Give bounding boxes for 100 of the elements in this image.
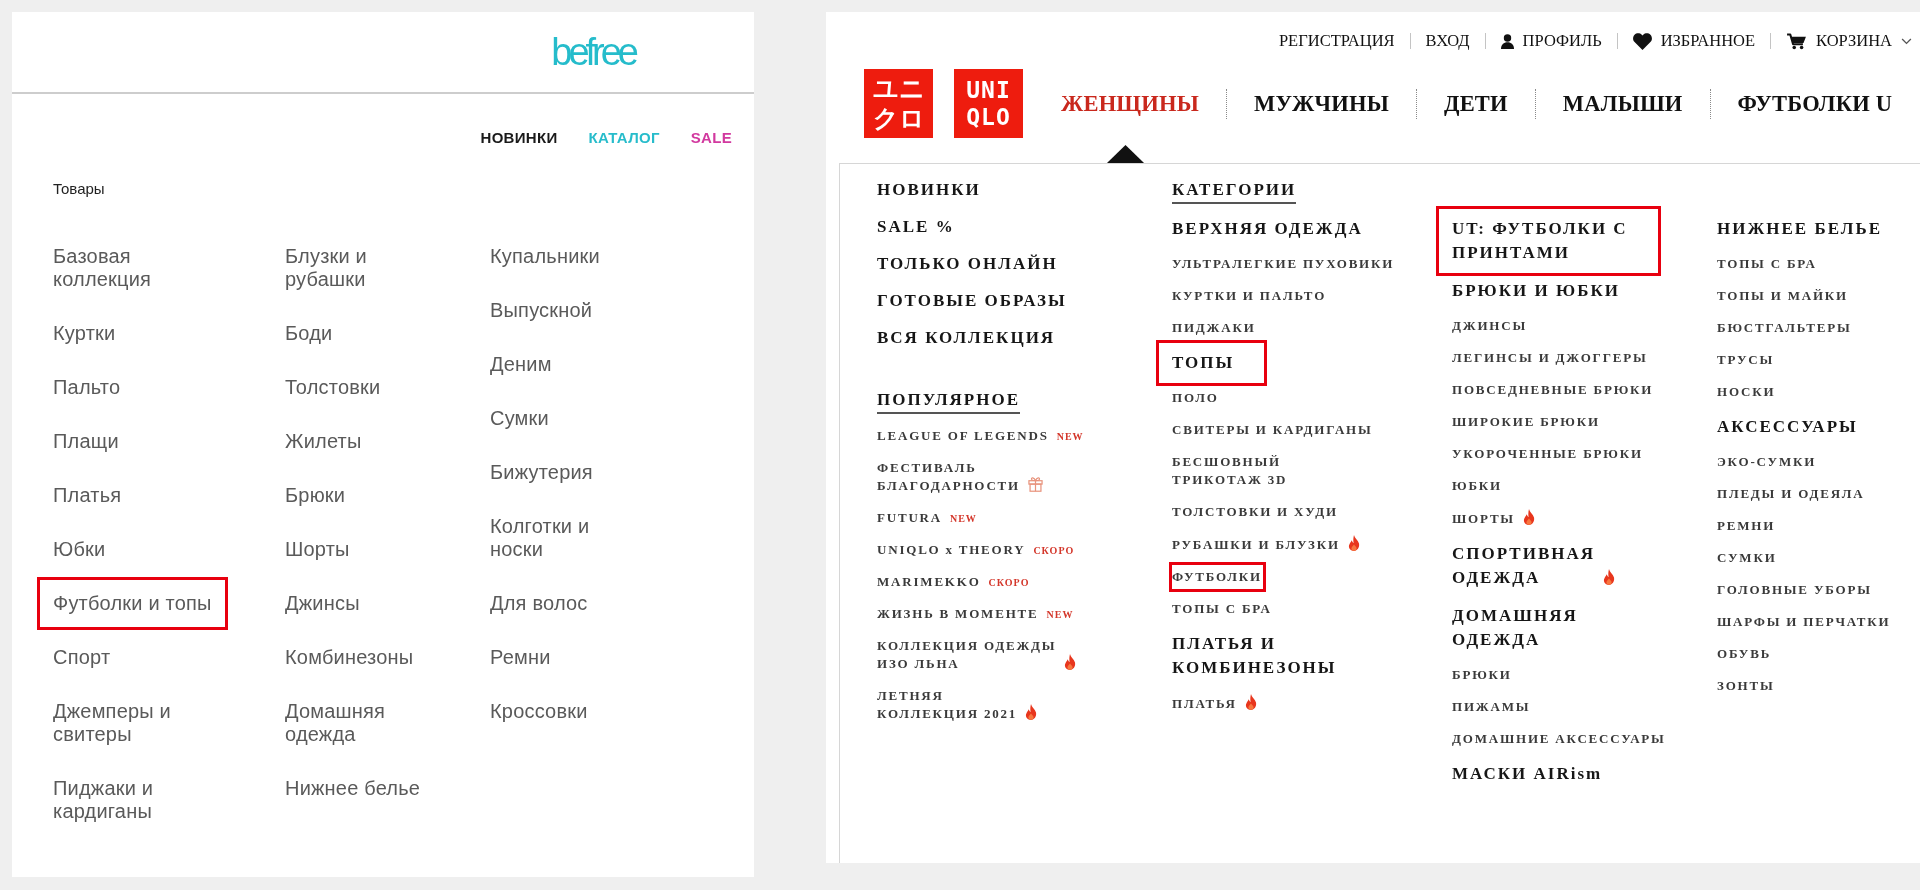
category-heading[interactable]: ДОМАШНЯЯ ОДЕЖДА xyxy=(1452,604,1578,652)
category-link[interactable]: ШАРФЫ И ПЕРЧАТКИ xyxy=(1717,613,1891,631)
account-link[interactable]: ВХОД xyxy=(1425,31,1470,51)
category-link[interactable]: ПЛЕДЫ И ОДЕЯЛА xyxy=(1717,485,1865,503)
category-link[interactable]: Брюки xyxy=(285,484,346,507)
category-link[interactable]: РЕМНИ xyxy=(1717,517,1776,535)
category-link[interactable]: Ремни xyxy=(490,646,551,669)
menu-link[interactable]: НОВИНКИ xyxy=(877,178,981,202)
category-link[interactable]: Базовая коллекция xyxy=(53,245,152,291)
category-link[interactable]: ЮБКИ xyxy=(1452,477,1502,495)
category-link[interactable]: Нижнее белье xyxy=(285,777,421,800)
category-link[interactable]: Пиджаки и кардиганы xyxy=(53,777,154,823)
nav-tab[interactable]: МАЛЫШИ xyxy=(1562,88,1683,119)
category-link[interactable]: СУМКИ xyxy=(1717,549,1777,567)
promo-link[interactable]: MARIMEKKO xyxy=(877,573,981,591)
category-link[interactable]: СВИТЕРЫ И КАРДИГАНЫ xyxy=(1172,421,1373,439)
category-heading[interactable]: UT: ФУТБОЛКИ С ПРИНТАМИ xyxy=(1436,206,1661,276)
promo-link[interactable]: LEAGUE OF LEGENDS xyxy=(877,427,1049,445)
account-link[interactable]: ИЗБРАННОЕ xyxy=(1660,31,1756,51)
category-link[interactable]: ДОМАШНИЕ АКСЕССУАРЫ xyxy=(1452,730,1666,748)
category-link[interactable]: ПИДЖАКИ xyxy=(1172,319,1256,337)
category-link[interactable]: ШОРТЫ xyxy=(1452,510,1515,528)
category-link[interactable]: Пальто xyxy=(53,376,121,399)
nav-tab[interactable]: МУЖЧИНЫ xyxy=(1253,88,1389,119)
category-link[interactable]: УЛЬТРАЛЕГКИЕ ПУХОВИКИ xyxy=(1172,255,1395,273)
promo-link[interactable]: ФЕСТИВАЛЬ БЛАГОДАРНОСТИ xyxy=(877,459,1020,495)
category-link[interactable]: ОБУВЬ xyxy=(1717,645,1772,663)
category-link[interactable]: Комбинезоны xyxy=(285,646,414,669)
category-link[interactable]: Кроссовки xyxy=(490,700,588,723)
brand-logo[interactable]: ユニ クロ xyxy=(864,69,933,138)
category-link[interactable]: Выпускной xyxy=(490,299,593,322)
promo-link[interactable]: FUTURA xyxy=(877,509,942,527)
category-heading[interactable]: СПОРТИВНАЯ ОДЕЖДА xyxy=(1452,542,1595,590)
category-link[interactable]: Сумки xyxy=(490,407,549,430)
menu-link[interactable]: SALE % xyxy=(877,215,955,239)
category-link[interactable]: БЕСШОВНЫЙ ТРИКОТАЖ 3D xyxy=(1172,453,1288,489)
category-link[interactable]: ТРУСЫ xyxy=(1717,351,1774,369)
category-link[interactable]: Жилеты xyxy=(285,430,362,453)
category-link[interactable]: БРЮКИ xyxy=(1452,666,1512,684)
promo-link[interactable]: ЖИЗНЬ В МОМЕНТЕ xyxy=(877,605,1039,623)
category-link[interactable]: ТОПЫ И МАЙКИ xyxy=(1717,287,1848,305)
category-link[interactable]: ПОВСЕДНЕВНЫЕ БРЮКИ xyxy=(1452,381,1654,399)
category-link[interactable]: Толстовки xyxy=(285,376,381,399)
account-link[interactable]: РЕГИСТРАЦИЯ xyxy=(1278,31,1395,51)
category-link[interactable]: ПИЖАМЫ xyxy=(1452,698,1531,716)
menu-link[interactable]: ВСЯ КОЛЛЕКЦИЯ xyxy=(877,326,1056,350)
account-link[interactable]: ПРОФИЛЬ xyxy=(1522,31,1602,51)
promo-link[interactable]: ЛЕТНЯЯ КОЛЛЕКЦИЯ 2021 xyxy=(877,687,1018,723)
category-link[interactable]: КУРТКИ И ПАЛЬТО xyxy=(1172,287,1327,305)
nav-link[interactable]: SALE xyxy=(690,128,732,148)
category-link[interactable]: НОСКИ xyxy=(1717,383,1776,401)
category-heading[interactable]: НИЖНЕЕ БЕЛЬЕ xyxy=(1717,217,1882,241)
brand-logo[interactable]: UNI QLO xyxy=(954,69,1023,138)
category-link[interactable]: Платья xyxy=(53,484,122,507)
category-heading[interactable]: ТОПЫ xyxy=(1156,340,1268,386)
category-link[interactable]: Куртки xyxy=(53,322,116,345)
category-link[interactable]: РУБАШКИ И БЛУЗКИ xyxy=(1172,536,1340,554)
category-heading[interactable]: МАСКИ AIRism xyxy=(1452,762,1603,786)
category-link[interactable]: ТОПЫ С БРА xyxy=(1717,255,1817,273)
category-link[interactable]: Джинсы xyxy=(285,592,360,615)
category-link[interactable]: ТОЛСТОВКИ И ХУДИ xyxy=(1172,503,1338,521)
category-link[interactable]: ЗОНТЫ xyxy=(1717,677,1775,695)
category-link[interactable]: Купальники xyxy=(490,245,600,268)
category-heading[interactable]: АКСЕССУАРЫ xyxy=(1717,415,1858,439)
category-link[interactable]: Блузки и рубашки xyxy=(285,245,367,291)
category-link[interactable]: Спорт xyxy=(53,646,111,669)
category-link[interactable]: ШИРОКИЕ БРЮКИ xyxy=(1452,413,1600,431)
menu-link[interactable]: ГОТОВЫЕ ОБРАЗЫ xyxy=(877,289,1067,313)
promo-link[interactable]: UNIQLO x THEORY xyxy=(877,541,1026,559)
category-link[interactable]: ЛЕГИНСЫ И ДЖОГГЕРЫ xyxy=(1452,349,1648,367)
category-link[interactable]: Шорты xyxy=(285,538,350,561)
category-heading[interactable]: БРЮКИ И ЮБКИ xyxy=(1452,279,1620,303)
category-link[interactable]: ФУТБОЛКИ xyxy=(1169,562,1266,592)
category-link[interactable]: Бижутерия xyxy=(490,461,593,484)
category-link[interactable]: Футболки и топы xyxy=(37,577,228,630)
category-link[interactable]: Домашняя одежда xyxy=(285,700,386,746)
category-link[interactable]: ПЛАТЬЯ xyxy=(1172,695,1237,713)
promo-link[interactable]: КОЛЛЕКЦИЯ ОДЕЖДЫ ИЗО ЛЬНА xyxy=(877,637,1057,673)
nav-link[interactable]: НОВИНКИ xyxy=(480,128,558,148)
category-link[interactable]: ПОЛО xyxy=(1172,389,1219,407)
category-link[interactable]: Деним xyxy=(490,353,552,376)
category-link[interactable]: УКОРОЧЕННЫЕ БРЮКИ xyxy=(1452,445,1643,463)
category-link[interactable]: Для волос xyxy=(490,592,588,615)
category-link[interactable]: Джемперы и свитеры xyxy=(53,700,171,746)
category-link[interactable]: Боди xyxy=(285,322,333,345)
category-heading[interactable]: ВЕРХНЯЯ ОДЕЖДА xyxy=(1172,217,1363,241)
menu-link[interactable]: ТОЛЬКО ОНЛАЙН xyxy=(877,252,1058,276)
category-link[interactable]: ТОПЫ С БРА xyxy=(1172,600,1272,618)
category-link[interactable]: Колготки и носки xyxy=(490,515,590,561)
category-link[interactable]: ДЖИНСЫ xyxy=(1452,317,1527,335)
account-link[interactable]: КОРЗИНА xyxy=(1816,31,1892,51)
category-heading[interactable]: ПЛАТЬЯ И КОМБИНЕЗОНЫ xyxy=(1172,632,1337,680)
nav-tab[interactable]: ДЕТИ xyxy=(1444,88,1508,119)
category-link[interactable]: Плащи xyxy=(53,430,119,453)
category-link[interactable]: ЭКО-СУМКИ xyxy=(1717,453,1817,471)
nav-tab[interactable]: ЖЕНЩИНЫ xyxy=(1061,88,1199,119)
category-link[interactable]: ГОЛОВНЫЕ УБОРЫ xyxy=(1717,581,1872,599)
nav-tab[interactable]: ФУТБОЛКИ U xyxy=(1737,88,1893,119)
category-link[interactable]: Юбки xyxy=(53,538,106,561)
category-link[interactable]: БЮСТГАЛЬТЕРЫ xyxy=(1717,319,1852,337)
